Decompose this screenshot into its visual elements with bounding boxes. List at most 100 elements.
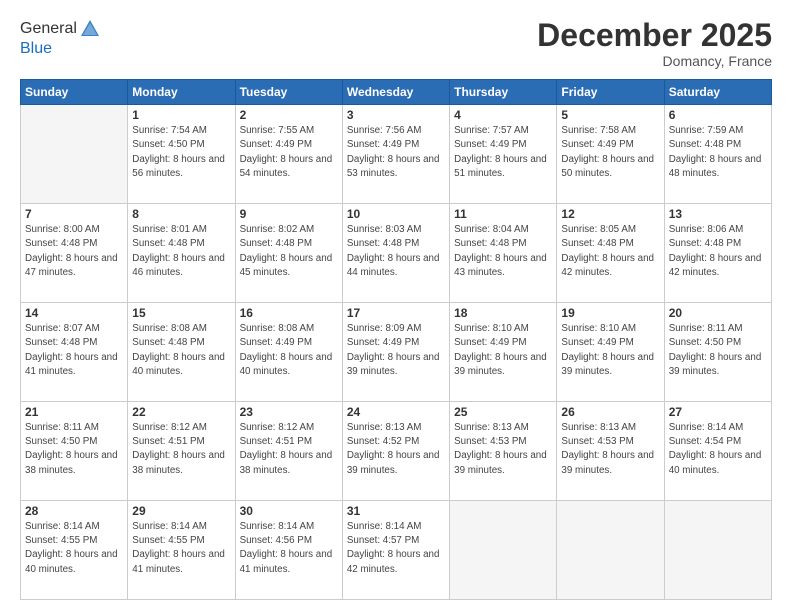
day-info: Sunrise: 8:06 AMSunset: 4:48 PMDaylight:… [669, 223, 767, 280]
calendar-cell: 26 Sunrise: 8:13 AMSunset: 4:53 PMDayligh… [557, 402, 664, 501]
day-number: 29 [132, 504, 230, 518]
calendar-cell: 7 Sunrise: 8:00 AMSunset: 4:48 PMDaylight… [21, 204, 128, 303]
calendar-cell: 15Sunrise: 8:08 AMSunset: 4:48 PMDayligh… [128, 303, 235, 402]
calendar-week-3: 14Sunrise: 8:07 AMSunset: 4:48 PMDayligh… [21, 303, 772, 402]
day-number: 23 [240, 405, 338, 419]
calendar-cell: 21Sunrise: 8:11 AMSunset: 4:50 PMDayligh… [21, 402, 128, 501]
day-number: 2 [240, 108, 338, 122]
day-number: 18 [454, 306, 552, 320]
weekday-header-friday: Friday [557, 80, 664, 105]
day-number: 28 [25, 504, 123, 518]
day-info: Sunrise: 8:08 AMSunset: 4:49 PMDaylight:… [240, 322, 338, 379]
day-info: Sunrise: 8:12 AMSunset: 4:51 PMDaylight:… [132, 421, 230, 478]
calendar-cell: 10 Sunrise: 8:03 AMSunset: 4:48 PMDayligh… [342, 204, 449, 303]
month-title: December 2025 [537, 18, 772, 53]
weekday-header-thursday: Thursday [450, 80, 557, 105]
day-info: Sunrise: 8:10 AMSunset: 4:49 PMDaylight:… [561, 322, 659, 379]
day-number: 25 [454, 405, 552, 419]
day-info: Sunrise: 8:05 AMSunset: 4:48 PMDaylight:… [561, 223, 659, 280]
day-info: Sunrise: 8:14 AMSunset: 4:55 PMDaylight:… [25, 520, 123, 577]
weekday-header-saturday: Saturday [664, 80, 771, 105]
day-number: 26 [561, 405, 659, 419]
calendar-week-2: 7 Sunrise: 8:00 AMSunset: 4:48 PMDaylight… [21, 204, 772, 303]
day-info: Sunrise: 8:12 AMSunset: 4:51 PMDaylight:… [240, 421, 338, 478]
calendar-cell [450, 501, 557, 600]
calendar-cell: 24Sunrise: 8:13 AMSunset: 4:52 PMDayligh… [342, 402, 449, 501]
day-info: Sunrise: 8:01 AMSunset: 4:48 PMDaylight:… [132, 223, 230, 280]
day-info: Sunrise: 7:56 AMSunset: 4:49 PMDaylight:… [347, 124, 445, 181]
day-info: Sunrise: 7:59 AMSunset: 4:48 PMDaylight:… [669, 124, 767, 181]
logo-general-text: General [20, 20, 77, 38]
day-number: 30 [240, 504, 338, 518]
title-block: December 2025 Domancy, France [537, 18, 772, 69]
weekday-header-sunday: Sunday [21, 80, 128, 105]
calendar-cell: 27Sunrise: 8:14 AMSunset: 4:54 PMDayligh… [664, 402, 771, 501]
weekday-header-monday: Monday [128, 80, 235, 105]
location: Domancy, France [537, 53, 772, 69]
day-number: 9 [240, 207, 338, 221]
day-number: 4 [454, 108, 552, 122]
calendar-week-4: 21Sunrise: 8:11 AMSunset: 4:50 PMDayligh… [21, 402, 772, 501]
day-info: Sunrise: 8:00 AMSunset: 4:48 PMDaylight:… [25, 223, 123, 280]
page: General Blue December 2025 Domancy, Fran… [0, 0, 792, 612]
day-info: Sunrise: 8:09 AMSunset: 4:49 PMDaylight:… [347, 322, 445, 379]
day-number: 16 [240, 306, 338, 320]
day-number: 31 [347, 504, 445, 518]
calendar-cell: 30Sunrise: 8:14 AMSunset: 4:56 PMDayligh… [235, 501, 342, 600]
calendar-week-1: 1 Sunrise: 7:54 AMSunset: 4:50 PMDaylight… [21, 105, 772, 204]
calendar-cell: 18 Sunrise: 8:10 AMSunset: 4:49 PMDayligh… [450, 303, 557, 402]
header: General Blue December 2025 Domancy, Fran… [20, 18, 772, 69]
day-info: Sunrise: 8:10 AMSunset: 4:49 PMDaylight:… [454, 322, 552, 379]
weekday-header-tuesday: Tuesday [235, 80, 342, 105]
day-number: 27 [669, 405, 767, 419]
calendar-cell: 23 Sunrise: 8:12 AMSunset: 4:51 PMDayligh… [235, 402, 342, 501]
logo-icon [79, 18, 101, 40]
day-number: 6 [669, 108, 767, 122]
calendar-cell [557, 501, 664, 600]
day-number: 10 [347, 207, 445, 221]
calendar-cell: 19Sunrise: 8:10 AMSunset: 4:49 PMDayligh… [557, 303, 664, 402]
calendar-cell: 20 Sunrise: 8:11 AMSunset: 4:50 PMDayligh… [664, 303, 771, 402]
calendar-cell: 3 Sunrise: 7:56 AMSunset: 4:49 PMDaylight… [342, 105, 449, 204]
calendar-cell: 17Sunrise: 8:09 AMSunset: 4:49 PMDayligh… [342, 303, 449, 402]
day-info: Sunrise: 8:11 AMSunset: 4:50 PMDaylight:… [669, 322, 767, 379]
calendar-cell: 2 Sunrise: 7:55 AMSunset: 4:49 PMDaylight… [235, 105, 342, 204]
day-number: 13 [669, 207, 767, 221]
day-number: 3 [347, 108, 445, 122]
calendar-cell: 6 Sunrise: 7:59 AMSunset: 4:48 PMDaylight… [664, 105, 771, 204]
day-info: Sunrise: 8:14 AMSunset: 4:55 PMDaylight:… [132, 520, 230, 577]
calendar-cell: 22 Sunrise: 8:12 AMSunset: 4:51 PMDayligh… [128, 402, 235, 501]
day-number: 20 [669, 306, 767, 320]
weekday-header-wednesday: Wednesday [342, 80, 449, 105]
day-number: 24 [347, 405, 445, 419]
day-info: Sunrise: 8:11 AMSunset: 4:50 PMDaylight:… [25, 421, 123, 478]
day-number: 1 [132, 108, 230, 122]
day-info: Sunrise: 8:04 AMSunset: 4:48 PMDaylight:… [454, 223, 552, 280]
calendar-week-5: 28 Sunrise: 8:14 AMSunset: 4:55 PMDayligh… [21, 501, 772, 600]
day-number: 22 [132, 405, 230, 419]
calendar-cell: 14Sunrise: 8:07 AMSunset: 4:48 PMDayligh… [21, 303, 128, 402]
day-info: Sunrise: 8:03 AMSunset: 4:48 PMDaylight:… [347, 223, 445, 280]
calendar-cell: 9 Sunrise: 8:02 AMSunset: 4:48 PMDaylight… [235, 204, 342, 303]
calendar-cell: 29 Sunrise: 8:14 AMSunset: 4:55 PMDayligh… [128, 501, 235, 600]
day-number: 11 [454, 207, 552, 221]
logo: General Blue [20, 18, 101, 58]
day-number: 7 [25, 207, 123, 221]
calendar-cell: 28 Sunrise: 8:14 AMSunset: 4:55 PMDayligh… [21, 501, 128, 600]
calendar-cell: 1 Sunrise: 7:54 AMSunset: 4:50 PMDaylight… [128, 105, 235, 204]
day-number: 8 [132, 207, 230, 221]
calendar-cell: 16 Sunrise: 8:08 AMSunset: 4:49 PMDayligh… [235, 303, 342, 402]
calendar-cell [21, 105, 128, 204]
day-info: Sunrise: 8:13 AMSunset: 4:53 PMDaylight:… [561, 421, 659, 478]
day-info: Sunrise: 8:02 AMSunset: 4:48 PMDaylight:… [240, 223, 338, 280]
calendar-cell: 31Sunrise: 8:14 AMSunset: 4:57 PMDayligh… [342, 501, 449, 600]
day-info: Sunrise: 8:07 AMSunset: 4:48 PMDaylight:… [25, 322, 123, 379]
day-info: Sunrise: 7:55 AMSunset: 4:49 PMDaylight:… [240, 124, 338, 181]
day-info: Sunrise: 8:13 AMSunset: 4:53 PMDaylight:… [454, 421, 552, 478]
calendar-cell: 25 Sunrise: 8:13 AMSunset: 4:53 PMDayligh… [450, 402, 557, 501]
day-info: Sunrise: 7:54 AMSunset: 4:50 PMDaylight:… [132, 124, 230, 181]
calendar-cell: 13 Sunrise: 8:06 AMSunset: 4:48 PMDayligh… [664, 204, 771, 303]
day-number: 15 [132, 306, 230, 320]
calendar-cell: 11 Sunrise: 8:04 AMSunset: 4:48 PMDayligh… [450, 204, 557, 303]
calendar-cell: 12Sunrise: 8:05 AMSunset: 4:48 PMDayligh… [557, 204, 664, 303]
